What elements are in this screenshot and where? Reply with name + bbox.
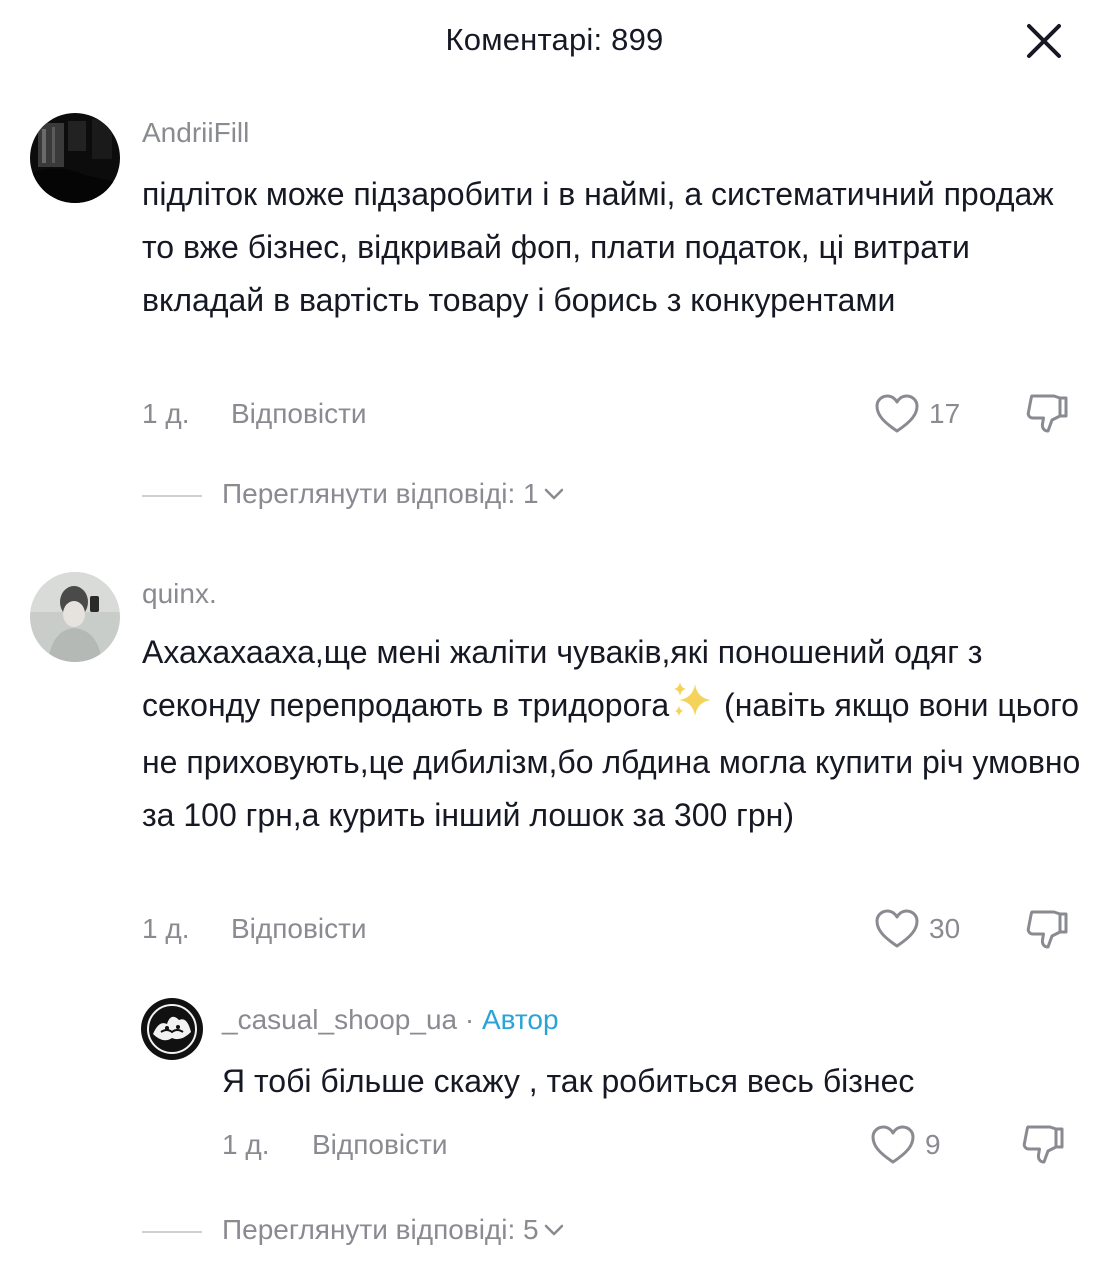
close-icon[interactable] <box>1023 20 1065 62</box>
like-count: 17 <box>929 398 961 429</box>
heart-icon[interactable] <box>874 908 920 950</box>
reply-username[interactable]: _casual_shoop_ua <box>222 1004 457 1035</box>
reply-username-line: _casual_shoop_ua · Автор <box>222 1004 559 1036</box>
view-replies-label: Переглянути відповіді: 1 <box>222 478 539 509</box>
reply-time: 1 д. <box>222 1129 270 1160</box>
comments-header: Коментарі: 899 <box>0 0 1109 80</box>
reply-button[interactable]: Відповісти <box>231 398 367 430</box>
avatar[interactable] <box>141 998 203 1060</box>
sparkles-icon <box>669 680 715 736</box>
thumbs-down-icon[interactable] <box>1024 906 1070 952</box>
comment-text: Ахахахааха,ще мені жаліти чуваків,які по… <box>142 626 1087 842</box>
comment-text: підліток може підзаробити і в наймі, а с… <box>142 176 1054 318</box>
avatar[interactable] <box>30 113 120 203</box>
comment-time: 1 д. <box>142 398 190 429</box>
like-count: 9 <box>925 1129 941 1160</box>
reply-text: Я тобі більше скажу , так робиться весь … <box>222 1063 915 1099</box>
view-replies-button[interactable]: Переглянути відповіді: 5 <box>222 1214 565 1246</box>
divider <box>142 495 202 497</box>
divider <box>142 1231 202 1233</box>
thumbs-down-icon[interactable] <box>1024 390 1070 436</box>
avatar[interactable] <box>30 572 120 662</box>
view-replies-label: Переглянути відповіді: 5 <box>222 1214 539 1245</box>
thumbs-down-icon[interactable] <box>1020 1121 1066 1167</box>
like-count: 30 <box>929 913 961 944</box>
author-badge: Автор <box>481 1004 559 1035</box>
chevron-down-icon <box>543 487 565 501</box>
heart-icon[interactable] <box>870 1124 916 1166</box>
heart-icon[interactable] <box>874 393 920 435</box>
separator-dot: · <box>464 1004 475 1035</box>
comments-title: Коментарі: 899 <box>445 22 664 57</box>
view-replies-button[interactable]: Переглянути відповіді: 1 <box>222 478 565 510</box>
reply-button[interactable]: Відповісти <box>231 913 367 945</box>
chevron-down-icon <box>543 1223 565 1237</box>
comment-username[interactable]: quinx. <box>142 578 217 610</box>
reply-button[interactable]: Відповісти <box>312 1129 448 1161</box>
comment-username[interactable]: AndriiFill <box>142 117 249 149</box>
comment-time: 1 д. <box>142 913 190 944</box>
